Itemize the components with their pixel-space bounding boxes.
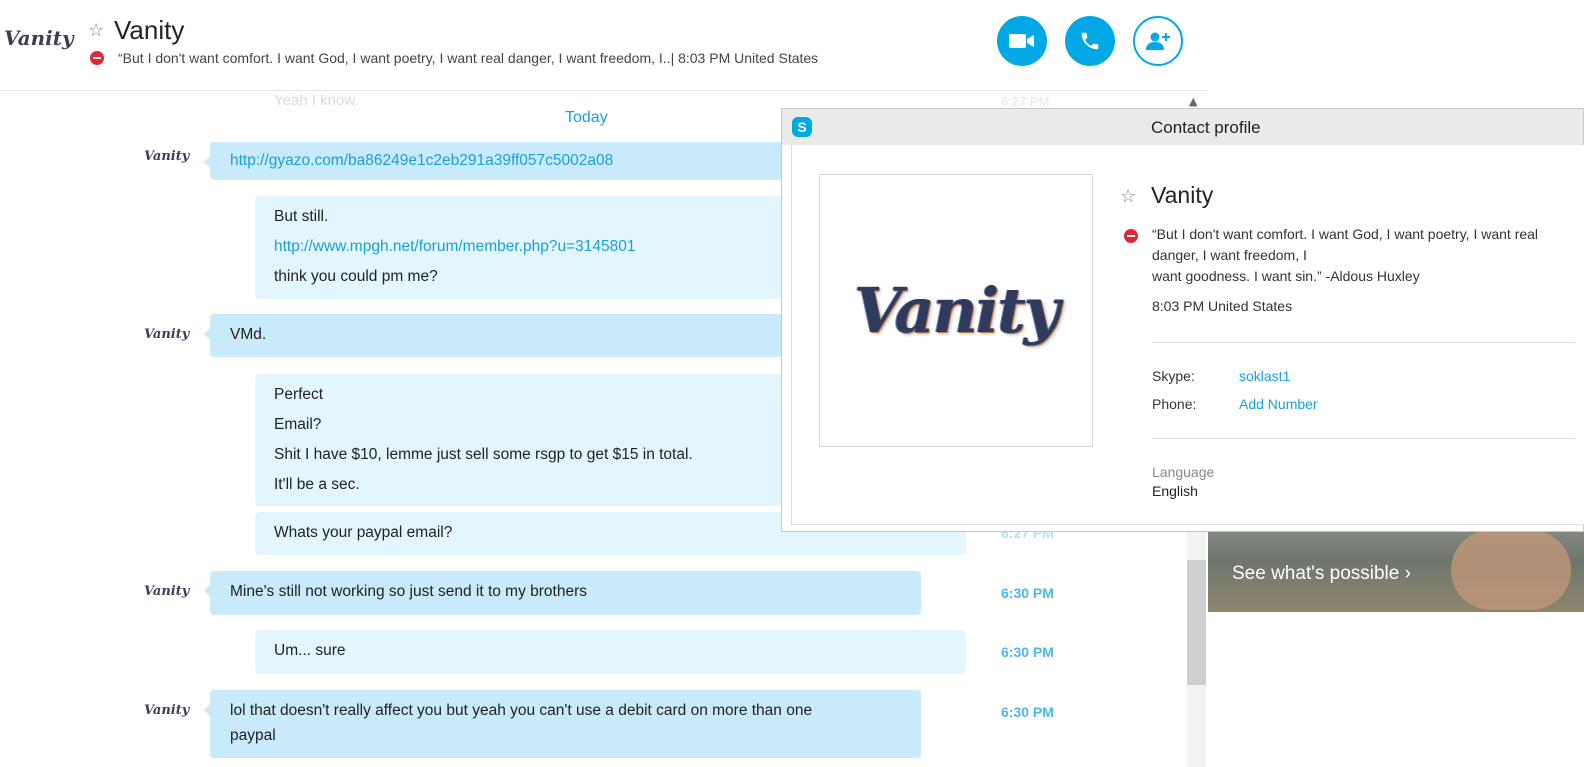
profile-local-time: 8:03 PM United States: [1152, 298, 1293, 314]
message-bubble[interactable]: lol that doesn't really affect you but y…: [204, 690, 921, 758]
message-text: Mine's still not working so just send it…: [230, 583, 588, 600]
profile-mood: “But I don't want comfort. I want God, I…: [1152, 224, 1572, 287]
message-bubble[interactable]: Mine's still not working so just send it…: [204, 571, 921, 615]
add-number-link[interactable]: Add Number: [1239, 396, 1318, 412]
message-text: paypal: [230, 727, 276, 744]
contact-avatar[interactable]: Vanity: [4, 26, 74, 50]
message-time: 6:30 PM: [1001, 585, 1054, 601]
message-bubble[interactable]: Um... sure: [255, 630, 966, 674]
profile-picture: Vanity: [819, 174, 1093, 447]
contact-profile-dialog: S Contact profile Vanity ☆ Vanity “But I…: [781, 108, 1584, 532]
message-time: 6:30 PM: [1001, 704, 1054, 720]
message-text: Um... sure: [274, 642, 346, 659]
favorite-star-icon[interactable]: ☆: [88, 20, 104, 41]
mood-line: want goodness. I want sin.” -Aldous Huxl…: [1152, 268, 1420, 284]
divider: [1152, 342, 1575, 343]
promo-banner[interactable]: See what's possible ›: [1208, 520, 1584, 612]
do-not-disturb-icon: [1124, 229, 1138, 243]
faded-message-time: 6:27 PM: [1001, 94, 1050, 109]
message-time: 6:30 PM: [1001, 644, 1054, 660]
mood-message: “But I don't want comfort. I want God, I…: [118, 50, 819, 66]
message-link[interactable]: http://gyazo.com/ba86249e1c2eb291a39ff05…: [230, 152, 613, 169]
video-call-button[interactable]: [997, 16, 1047, 66]
voice-call-button[interactable]: [1065, 16, 1115, 66]
divider: [1152, 438, 1575, 439]
add-person-icon: [1146, 32, 1170, 50]
phone-icon: [1081, 32, 1099, 50]
contact-name[interactable]: Vanity: [114, 15, 184, 46]
message-avatar[interactable]: Vanity: [144, 149, 189, 164]
mood-line: “But I don't want comfort. I want God, I…: [1152, 226, 1539, 242]
profile-name: Vanity: [1151, 182, 1214, 208]
scroll-up-arrow-icon[interactable]: ▲: [1189, 95, 1197, 108]
phone-label: Phone:: [1152, 396, 1197, 412]
video-camera-icon: [1009, 34, 1034, 48]
skype-logo-icon: S: [792, 117, 812, 137]
dialog-titlebar[interactable]: S Contact profile: [782, 109, 1583, 145]
favorite-star-icon[interactable]: ☆: [1120, 186, 1136, 207]
faded-message: Yeah I know.: [274, 92, 359, 109]
promo-image: [1451, 530, 1571, 610]
skype-name-link[interactable]: soklast1: [1239, 368, 1290, 384]
conversation-header: Vanity ☆ Vanity “But I don't want comfor…: [0, 0, 1208, 91]
language-value: English: [1152, 483, 1198, 499]
profile-picture-text: Vanity: [854, 274, 1060, 347]
message-avatar[interactable]: Vanity: [144, 584, 189, 599]
promo-link[interactable]: See what's possible ›: [1232, 563, 1411, 585]
scrollbar-thumb[interactable]: [1187, 560, 1206, 685]
skype-label: Skype:: [1152, 368, 1195, 384]
language-label: Language: [1152, 464, 1215, 480]
dialog-title: Contact profile: [1151, 118, 1261, 137]
date-separator: Today: [565, 109, 608, 126]
message-avatar[interactable]: Vanity: [144, 703, 189, 718]
do-not-disturb-icon: [90, 51, 104, 65]
add-people-button[interactable]: [1133, 16, 1183, 66]
mood-line: danger, I want freedom, I: [1152, 247, 1307, 263]
message-avatar[interactable]: Vanity: [144, 327, 189, 342]
message-text: lol that doesn't really affect you but y…: [230, 702, 813, 719]
